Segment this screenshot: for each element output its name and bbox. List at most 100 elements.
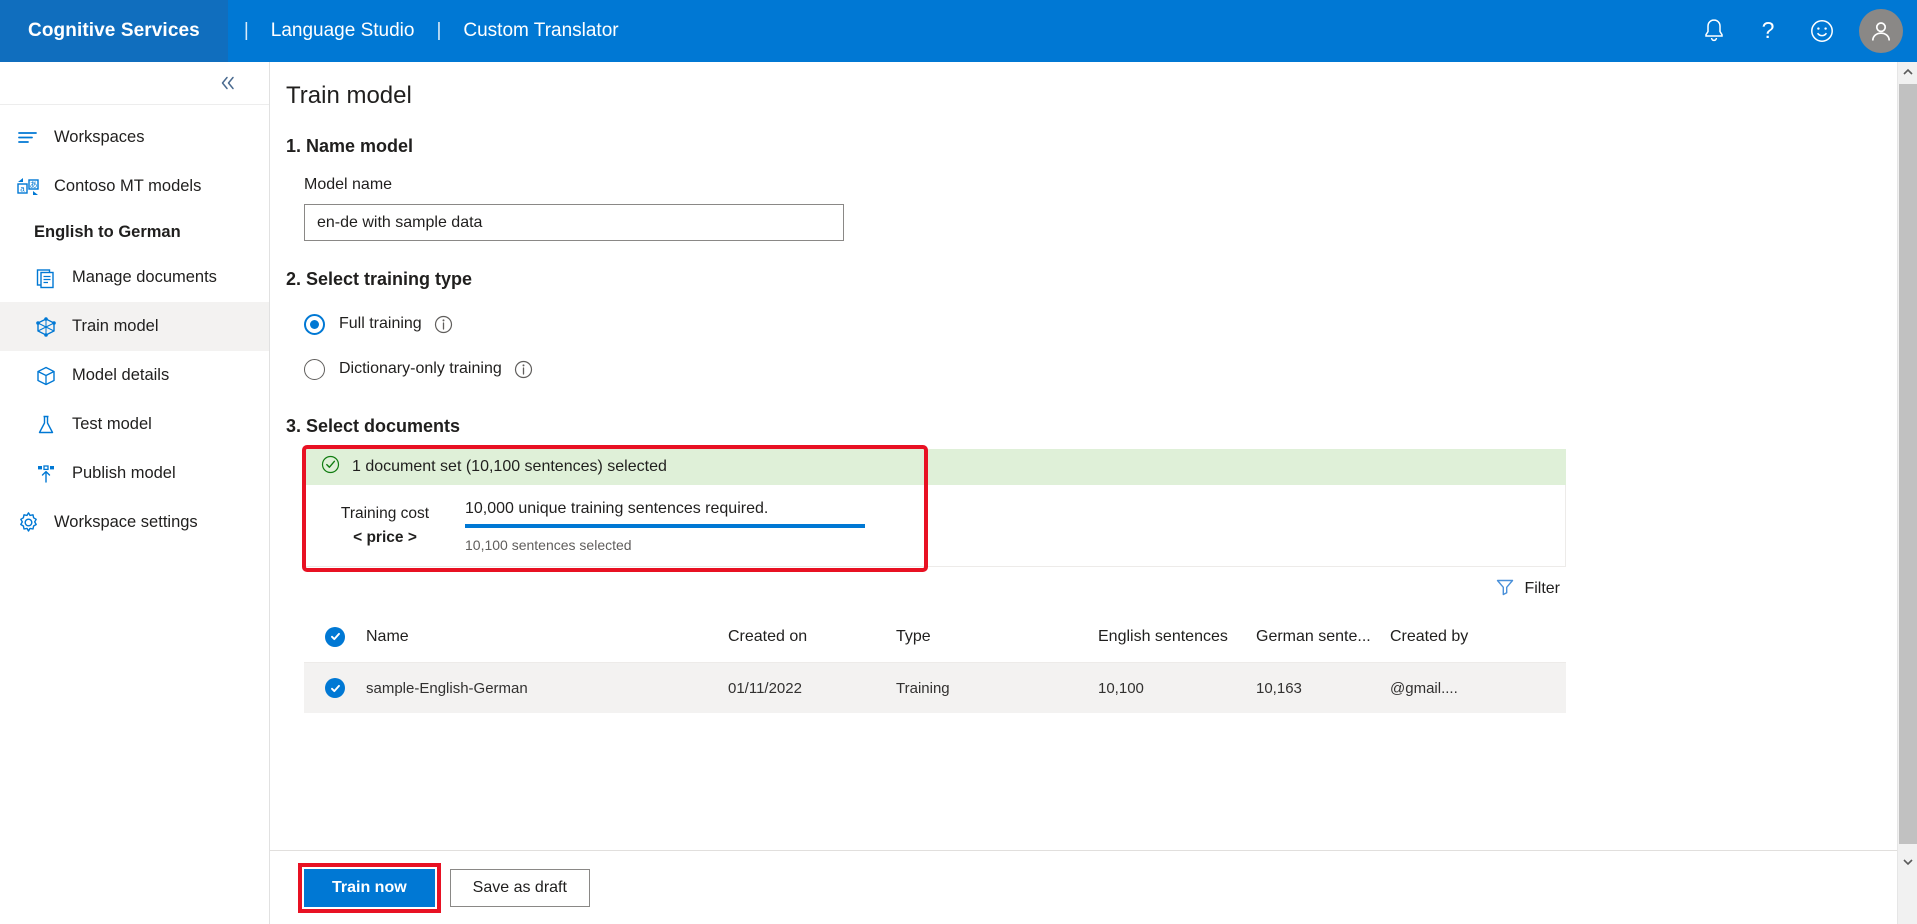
sidebar-item-workspaces[interactable]: Workspaces bbox=[0, 113, 269, 162]
flask-icon bbox=[30, 414, 62, 436]
sidebar-item-publish-model[interactable]: Publish model bbox=[0, 449, 269, 498]
brand-block[interactable]: Cognitive Services bbox=[0, 0, 228, 62]
sidebar-nav: Workspaces a あ Contoso MT models English… bbox=[0, 105, 269, 547]
cell-german-sentences: 10,163 bbox=[1256, 679, 1302, 697]
radio-dot bbox=[310, 319, 319, 329]
select-all-checkbox[interactable] bbox=[304, 626, 366, 647]
app-root: Cognitive Services | Language Studio | C… bbox=[0, 0, 1917, 924]
help-icon[interactable]: ? bbox=[1741, 0, 1795, 62]
documents-table: Name Created on Type English sentences G… bbox=[304, 611, 1566, 713]
column-header-type[interactable]: Type bbox=[896, 628, 1098, 646]
save-as-draft-button[interactable]: Save as draft bbox=[449, 868, 590, 907]
publish-icon bbox=[30, 463, 62, 485]
top-right-actions: ? bbox=[1687, 0, 1917, 62]
column-header-created-by[interactable]: Created by bbox=[1390, 628, 1550, 646]
sidebar-item-workspace-settings[interactable]: Workspace settings bbox=[0, 498, 269, 547]
account-avatar[interactable] bbox=[1859, 9, 1903, 53]
train-now-button[interactable]: Train now bbox=[304, 868, 435, 907]
action-footer: Train now Save as draft bbox=[270, 850, 1898, 924]
table-header-row: Name Created on Type English sentences G… bbox=[304, 611, 1566, 663]
info-icon[interactable] bbox=[514, 360, 533, 379]
step-3-heading: 3. Select documents bbox=[286, 416, 461, 436]
selection-banner-text: 1 document set (10,100 sentences) select… bbox=[352, 458, 667, 475]
top-navigation: | Language Studio | Custom Translator bbox=[228, 0, 625, 62]
nav-link-language-studio[interactable]: Language Studio bbox=[265, 20, 421, 42]
training-cost-summary: Training cost < price > bbox=[305, 505, 465, 547]
filter-button[interactable]: Filter bbox=[1495, 577, 1560, 602]
cell-created-on: 01/11/2022 bbox=[728, 679, 802, 697]
nav-link-custom-translator[interactable]: Custom Translator bbox=[457, 20, 624, 42]
page-title: Train model bbox=[286, 82, 412, 109]
scroll-up-arrow-icon[interactable] bbox=[1898, 62, 1917, 82]
step-3-select-documents: 3. Select documents 1 document set (10,1… bbox=[270, 416, 1898, 713]
sidebar-item-label: Manage documents bbox=[72, 268, 217, 286]
sentences-selected-text: 10,100 sentences selected bbox=[465, 537, 632, 553]
bell-icon[interactable] bbox=[1687, 0, 1741, 62]
radio-full-training-control[interactable] bbox=[304, 313, 325, 335]
column-header-created-on[interactable]: Created on bbox=[728, 628, 896, 646]
table-row[interactable]: sample-English-German 01/11/2022 Trainin… bbox=[304, 663, 1566, 713]
sidebar-item-label: Workspace settings bbox=[54, 513, 198, 531]
filter-label: Filter bbox=[1524, 580, 1560, 597]
radio-full-training-label: Full training bbox=[339, 315, 422, 332]
row-checkbox[interactable] bbox=[304, 678, 366, 698]
training-cost-value: < price > bbox=[353, 528, 417, 546]
document-icon bbox=[30, 267, 62, 289]
workspaces-icon bbox=[12, 128, 44, 148]
cell-created-by: @gmail.... bbox=[1390, 679, 1458, 697]
sentences-required-text: 10,000 unique training sentences require… bbox=[465, 500, 769, 517]
left-sidebar: Workspaces a あ Contoso MT models English… bbox=[0, 62, 270, 924]
sentences-progress-fill bbox=[465, 524, 865, 528]
sidebar-item-label: Test model bbox=[72, 415, 152, 433]
training-progress-area: 10,000 unique training sentences require… bbox=[465, 498, 1565, 553]
model-name-input[interactable] bbox=[304, 204, 844, 241]
step-1-name-model: 1. Name model Model name bbox=[270, 136, 1898, 241]
checkbox-checked-icon bbox=[325, 678, 345, 698]
column-header-english-sentences[interactable]: English sentences bbox=[1098, 628, 1256, 646]
sidebar-item-label: Workspaces bbox=[54, 128, 145, 146]
top-header-bar: Cognitive Services | Language Studio | C… bbox=[0, 0, 1917, 62]
cell-english-sentences: 10,100 bbox=[1098, 679, 1144, 697]
training-cost-body: Training cost < price > 10,000 unique tr… bbox=[304, 485, 1566, 567]
sidebar-group-label: English to German bbox=[34, 222, 181, 241]
sidebar-item-manage-documents[interactable]: Manage documents bbox=[0, 253, 269, 302]
training-cost-card: 1 document set (10,100 sentences) select… bbox=[302, 445, 1566, 572]
main-content: Train model 1. Name model Model name 2. … bbox=[270, 62, 1898, 924]
train-model-icon bbox=[30, 316, 62, 338]
step-1-heading: 1. Name model bbox=[286, 136, 414, 156]
training-cost-label: Training cost bbox=[340, 504, 430, 522]
radio-dictionary-only-label: Dictionary-only training bbox=[339, 360, 502, 377]
sidebar-item-train-model[interactable]: Train model bbox=[0, 302, 269, 351]
checkbox-checked-icon bbox=[325, 626, 345, 647]
translate-models-icon: a あ bbox=[12, 176, 44, 198]
radio-dictionary-only-control[interactable] bbox=[304, 358, 325, 380]
step-2-training-type: 2. Select training type Full training Di… bbox=[270, 269, 1898, 386]
chevron-double-left-icon[interactable] bbox=[217, 74, 237, 92]
info-icon[interactable] bbox=[434, 315, 453, 334]
scrollbar-thumb[interactable] bbox=[1899, 84, 1917, 844]
column-header-name[interactable]: Name bbox=[366, 628, 728, 646]
sidebar-item-label: Train model bbox=[72, 317, 159, 335]
sentences-progress-bar bbox=[465, 524, 865, 528]
step-2-heading: 2. Select training type bbox=[286, 269, 473, 289]
sidebar-item-contoso-mt-models[interactable]: a あ Contoso MT models bbox=[0, 162, 269, 211]
radio-dictionary-only-training[interactable]: Dictionary-only training bbox=[270, 352, 1898, 386]
check-circle-icon bbox=[321, 455, 340, 479]
sidebar-item-label: Model details bbox=[72, 366, 170, 384]
sidebar-item-label: Contoso MT models bbox=[54, 177, 202, 195]
sidebar-item-model-details[interactable]: Model details bbox=[0, 351, 269, 400]
nav-divider-2: | bbox=[436, 20, 442, 41]
filter-funnel-icon bbox=[1495, 577, 1515, 602]
radio-full-training[interactable]: Full training bbox=[270, 307, 1898, 341]
feedback-smiley-icon[interactable] bbox=[1795, 0, 1849, 62]
scroll-down-arrow-icon[interactable] bbox=[1898, 852, 1917, 872]
vertical-scrollbar[interactable] bbox=[1897, 62, 1917, 924]
brand-label: Cognitive Services bbox=[28, 20, 200, 41]
nav-divider-1: | bbox=[243, 20, 249, 41]
sidebar-item-test-model[interactable]: Test model bbox=[0, 400, 269, 449]
filter-row: Filter bbox=[304, 567, 1566, 611]
column-header-german-sentences[interactable]: German sente... bbox=[1256, 628, 1390, 646]
svg-text:あ: あ bbox=[30, 180, 38, 189]
gear-icon bbox=[12, 511, 44, 534]
sidebar-collapse-row bbox=[0, 62, 269, 105]
